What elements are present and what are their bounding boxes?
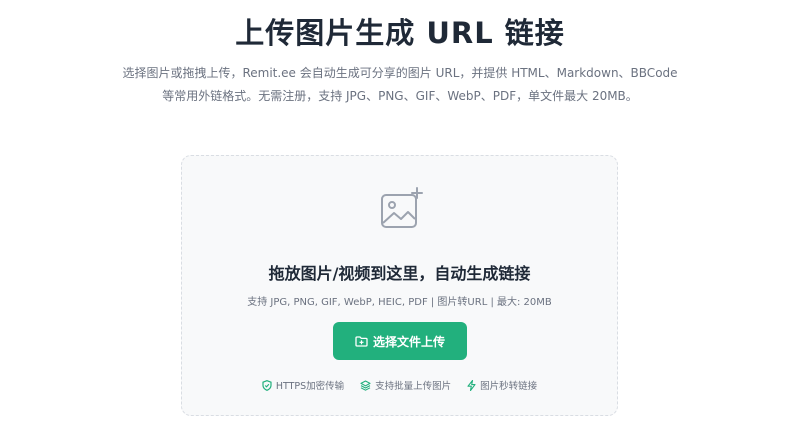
choose-file-label: 选择文件上传 [372, 334, 445, 349]
supported-formats: 支持 JPG, PNG, GIF, WebP, HEIC, PDF | 图片转U… [247, 297, 552, 308]
feature-label: 支持批量上传图片 [375, 381, 452, 392]
feature-batch: 支持批量上传图片 [360, 378, 451, 392]
page: 上传图片生成 URL 链接 选择图片或拖拽上传，Remit.ee 会自动生成可分… [0, 0, 800, 430]
feature-list: HTTPS加密传输 支持批量上传图片 图片秒转链接 [182, 378, 617, 392]
layers-icon [360, 379, 371, 391]
feature-label: HTTPS加密传输 [275, 381, 345, 392]
upload-dropzone[interactable]: 拖放图片/视频到这里，自动生成链接 支持 JPG, PNG, GIF, WebP… [181, 155, 618, 416]
feature-https: HTTPS加密传输 [262, 378, 344, 392]
page-title: 上传图片生成 URL 链接 [235, 16, 565, 50]
dropzone-title: 拖放图片/视频到这里，自动生成链接 [268, 264, 531, 283]
image-add-icon [381, 187, 423, 228]
page-description: 选择图片或拖拽上传，Remit.ee 会自动生成可分享的图片 URL，并提供 H… [122, 66, 678, 103]
feature-instant: 图片秒转链接 [467, 378, 537, 392]
lightning-icon [467, 379, 476, 391]
shield-icon [262, 379, 272, 391]
choose-file-button[interactable]: 选择文件上传 [333, 322, 467, 360]
feature-label: 图片秒转链接 [480, 381, 538, 392]
folder-icon [355, 335, 368, 347]
